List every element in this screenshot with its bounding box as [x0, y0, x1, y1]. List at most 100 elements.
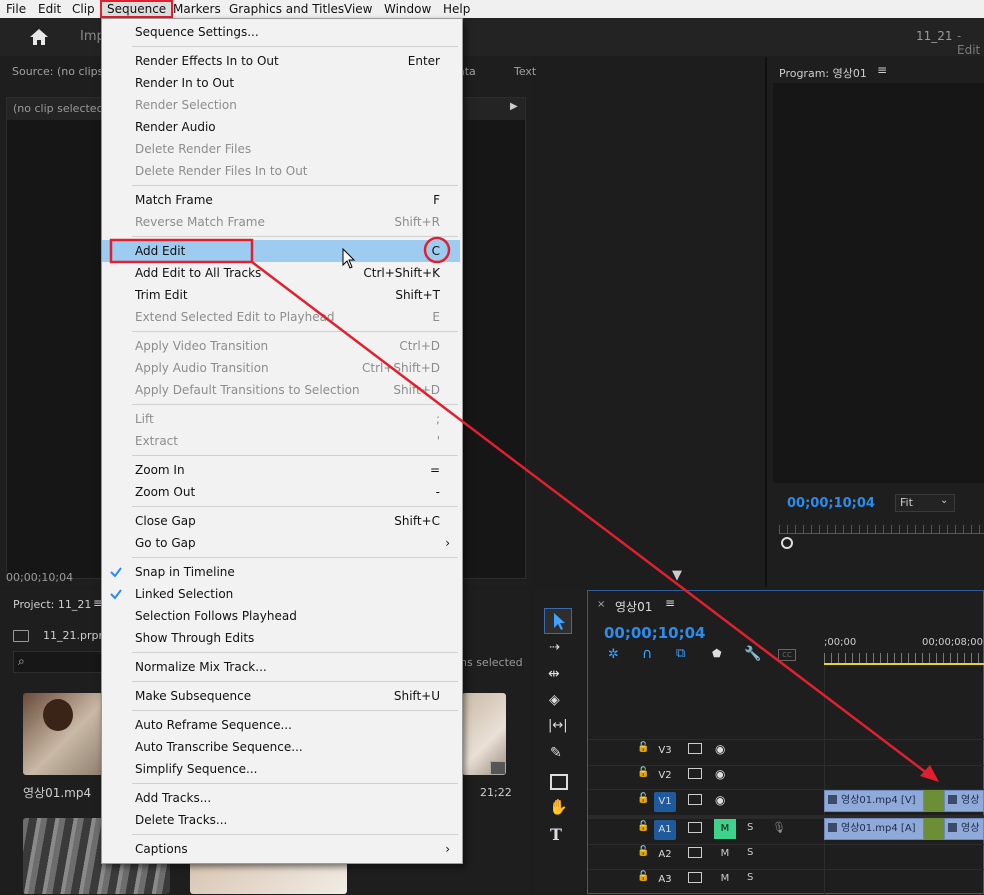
- menu-item-apply-audio-transition[interactable]: Apply Audio Transition Ctrl+Shift+D: [102, 357, 460, 379]
- menu-item-make-subsequence[interactable]: Make Subsequence Shift+U: [102, 685, 460, 707]
- menu-item-normalize-mix-track[interactable]: Normalize Mix Track...: [102, 656, 460, 678]
- menu-item-delete-render-files[interactable]: Delete Render Files: [102, 138, 460, 160]
- lock-icon[interactable]: 🔓: [637, 846, 649, 857]
- mute-button[interactable]: M: [714, 819, 736, 839]
- wrench-icon[interactable]: 🔧: [744, 646, 761, 662]
- filter-icon[interactable]: ▼: [672, 568, 682, 583]
- video-clip-split[interactable]: 영상: [944, 790, 984, 812]
- menu-markers[interactable]: Markers: [173, 0, 221, 18]
- menu-window[interactable]: Window: [384, 0, 431, 18]
- close-icon[interactable]: ×: [597, 599, 605, 610]
- menu-item-add-tracks[interactable]: Add Tracks...: [102, 787, 460, 809]
- menu-help[interactable]: Help: [443, 0, 470, 18]
- sync-lock-icon[interactable]: [688, 743, 702, 754]
- menu-item-render-audio[interactable]: Render Audio: [102, 116, 460, 138]
- type-tool-icon[interactable]: T: [550, 825, 562, 844]
- track-header-v1[interactable]: 🔓 V1 ◉: [587, 790, 823, 814]
- track-label[interactable]: A1: [654, 820, 676, 840]
- nest-icon[interactable]: ✲: [608, 647, 619, 662]
- track-header-v2[interactable]: 🔓 V2 ◉: [587, 764, 823, 788]
- lock-icon[interactable]: 🔓: [637, 793, 649, 804]
- eye-icon[interactable]: ◉: [715, 767, 725, 781]
- solo-button[interactable]: S: [747, 822, 753, 833]
- workspace-name[interactable]: - Edit: [957, 29, 984, 57]
- sync-lock-icon[interactable]: [688, 822, 702, 833]
- panel-menu-icon[interactable]: ≡: [877, 63, 887, 77]
- menu-item-snap-in-timeline[interactable]: Snap in Timeline: [102, 561, 460, 583]
- program-timecode[interactable]: 00;00;10;04: [787, 496, 875, 511]
- timeline-timecode[interactable]: 00;00;10;04: [604, 624, 706, 642]
- menu-file[interactable]: File: [6, 0, 26, 18]
- snap-icon[interactable]: ∩: [642, 646, 652, 662]
- menu-item-add-edit[interactable]: Add Edit C: [102, 240, 460, 262]
- menu-edit[interactable]: Edit: [38, 0, 61, 18]
- menu-item-go-to-gap[interactable]: Go to Gap ›: [102, 532, 460, 554]
- rectangle-tool-icon[interactable]: [550, 774, 568, 790]
- clip-name[interactable]: 영상01.mp4: [23, 784, 91, 801]
- track-label[interactable]: V3: [654, 741, 676, 761]
- lock-icon[interactable]: 🔓: [637, 742, 649, 753]
- source-panel-title[interactable]: Source: (no clips): [12, 65, 108, 78]
- menu-item-apply-video-transition[interactable]: Apply Video Transition Ctrl+D: [102, 335, 460, 357]
- track-header-a1[interactable]: 🔓 A1 M S 🎙: [587, 818, 823, 842]
- playhead-handle[interactable]: [781, 537, 793, 549]
- menu-item-trim-edit[interactable]: Trim Edit Shift+T: [102, 284, 460, 306]
- play-arrow-icon[interactable]: ▶: [510, 101, 518, 112]
- mute-button[interactable]: M: [714, 844, 736, 864]
- menu-item-render-in-to-out[interactable]: Render In to Out: [102, 72, 460, 94]
- marker-icon[interactable]: ⬟: [712, 647, 722, 660]
- menu-item-zoom-out[interactable]: Zoom Out -: [102, 481, 460, 503]
- menu-clip[interactable]: Clip: [72, 0, 95, 18]
- lock-icon[interactable]: 🔓: [637, 871, 649, 882]
- clip-thumbnail-2[interactable]: [462, 693, 506, 775]
- razor-tool-icon[interactable]: ◈: [549, 692, 560, 708]
- text-tab[interactable]: Text: [514, 65, 536, 78]
- timeline-menu-icon[interactable]: ≡: [665, 596, 675, 610]
- clip-thumbnail-4[interactable]: [190, 860, 347, 894]
- pen-tool-icon[interactable]: ✎: [550, 745, 562, 761]
- menu-item-simplify-sequence[interactable]: Simplify Sequence...: [102, 758, 460, 780]
- add-edit-point-audio[interactable]: [924, 818, 944, 840]
- menu-item-delete-tracks[interactable]: Delete Tracks...: [102, 809, 460, 831]
- menu-item-linked-selection[interactable]: Linked Selection: [102, 583, 460, 605]
- clip-thumbnail[interactable]: [23, 693, 103, 775]
- mute-button[interactable]: M: [714, 869, 736, 889]
- menu-view[interactable]: View: [344, 0, 372, 18]
- project-panel-title[interactable]: Project: 11_21: [13, 598, 91, 611]
- microphone-icon[interactable]: 🎙: [772, 821, 786, 834]
- audio-clip-split[interactable]: 영상: [944, 818, 984, 840]
- program-scrub-ruler[interactable]: [779, 525, 984, 534]
- menu-item-lift[interactable]: Lift;: [102, 408, 460, 430]
- track-header-a2[interactable]: 🔓 A2 M S: [587, 843, 823, 867]
- menu-item-selection-follows-playhead[interactable]: Selection Follows Playhead: [102, 605, 460, 627]
- hand-tool-icon[interactable]: ✋: [549, 798, 568, 816]
- solo-button[interactable]: S: [747, 847, 753, 858]
- sync-lock-icon[interactable]: [688, 794, 702, 805]
- timeline-ruler[interactable]: [824, 653, 984, 665]
- video-clip[interactable]: 영상01.mp4 [V]: [824, 790, 924, 812]
- project-search-input[interactable]: ⌕: [13, 651, 105, 673]
- sync-lock-icon[interactable]: [688, 872, 702, 883]
- track-label[interactable]: A3: [654, 870, 676, 890]
- menu-item-zoom-in[interactable]: Zoom In =: [102, 459, 460, 481]
- menu-item-match-frame[interactable]: Match Frame F: [102, 189, 460, 211]
- menu-item-render-selection[interactable]: Render Selection: [102, 94, 460, 116]
- menu-item-captions[interactable]: Captions ›: [102, 838, 460, 860]
- menu-item-delete-render-files-in-to-out[interactable]: Delete Render Files In to Out: [102, 160, 460, 182]
- fit-dropdown[interactable]: Fit ⌄: [895, 494, 955, 512]
- eye-icon[interactable]: ◉: [715, 793, 725, 807]
- program-panel-title[interactable]: Program: 영상01: [779, 65, 867, 81]
- ripple-edit-tool-icon[interactable]: ⇹: [548, 666, 560, 682]
- sequence-tab[interactable]: 영상01: [615, 598, 652, 615]
- source-timecode[interactable]: 00;00;10;04: [6, 571, 73, 584]
- slip-tool-icon[interactable]: |↔|: [548, 718, 568, 733]
- track-select-tool-icon[interactable]: ⇢: [549, 640, 560, 655]
- menu-item-close-gap[interactable]: Close Gap Shift+C: [102, 510, 460, 532]
- captions-icon[interactable]: CC: [778, 649, 796, 661]
- add-edit-point[interactable]: [924, 790, 944, 812]
- menu-item-reverse-match-frame[interactable]: Reverse Match Frame Shift+R: [102, 211, 460, 233]
- linked-selection-icon[interactable]: ⧉: [676, 646, 685, 661]
- menu-item-apply-default-transitions-to-selection[interactable]: Apply Default Transitions to Selection Sh…: [102, 379, 460, 401]
- menu-item-add-edit-to-all-tracks[interactable]: Add Edit to All Tracks Ctrl+Shift+K: [102, 262, 460, 284]
- menu-item-extend-selected-edit-to-playhead[interactable]: Extend Selected Edit to Playhead E: [102, 306, 460, 328]
